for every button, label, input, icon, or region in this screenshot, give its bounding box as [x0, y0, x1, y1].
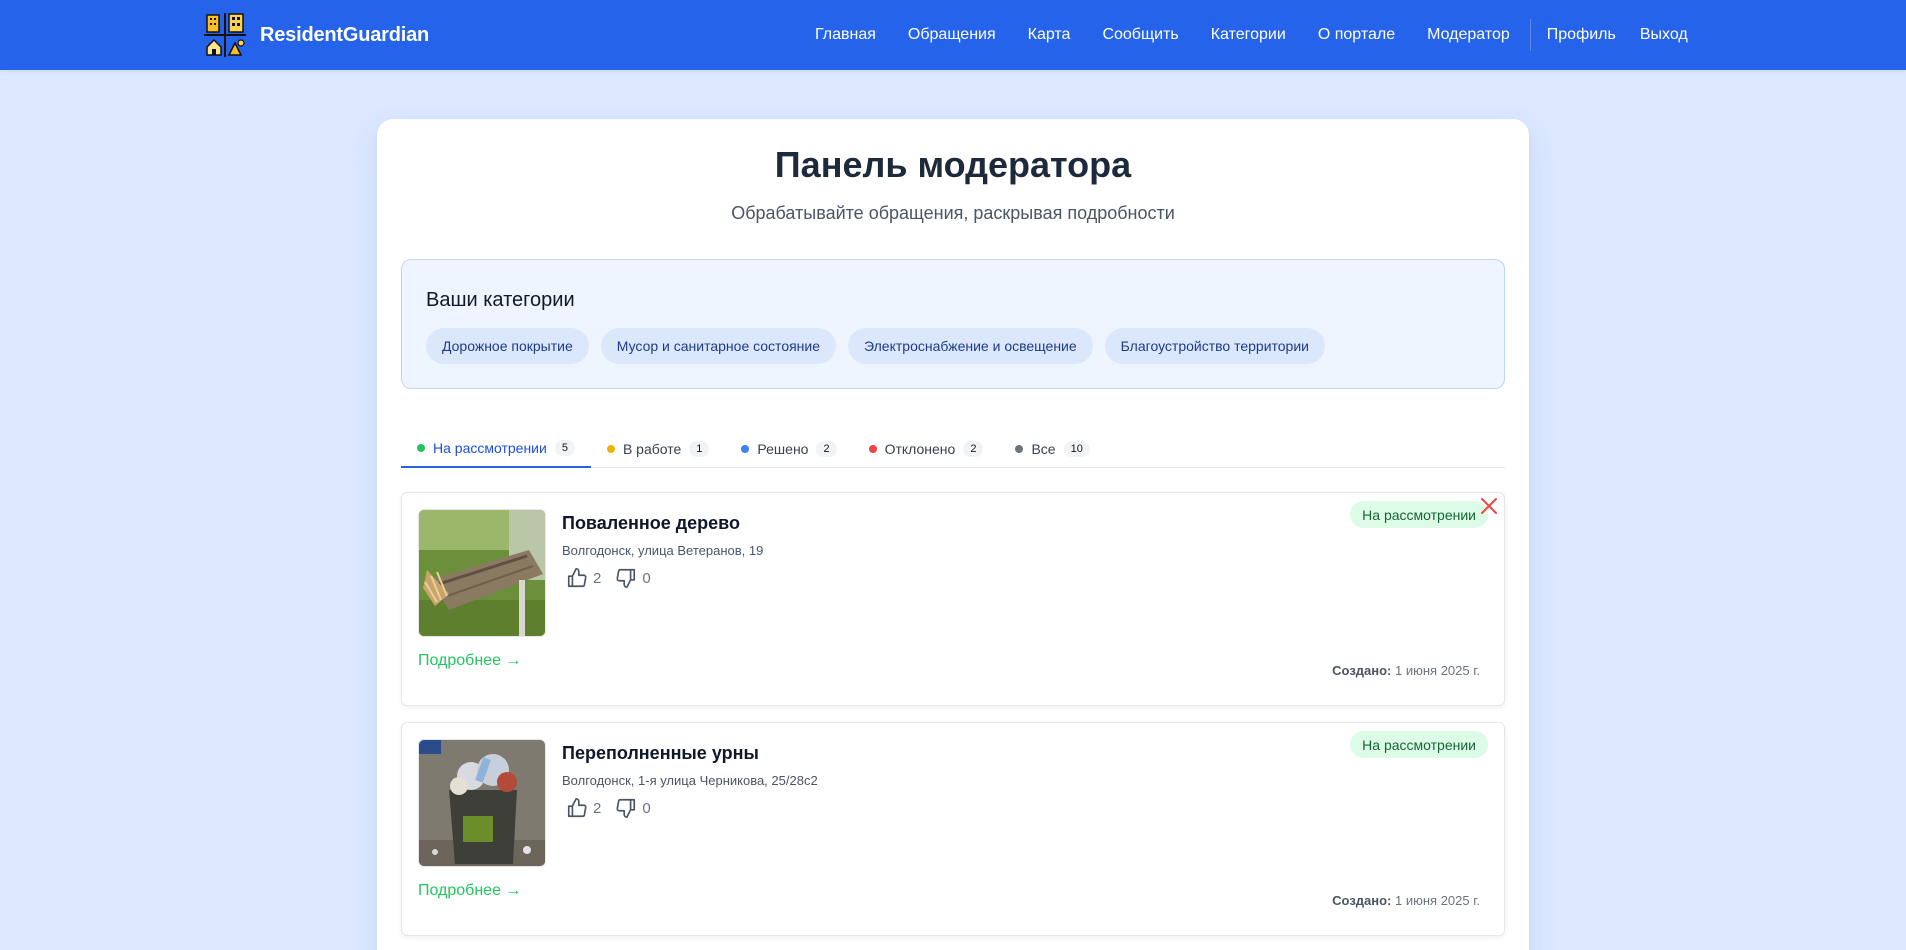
status-dot: [606, 445, 615, 453]
created-date: Создано: 1 июня 2025 г.: [1332, 663, 1480, 678]
like-button[interactable]: 2: [566, 567, 601, 589]
tab-label: Решено: [757, 441, 809, 457]
nav-profile[interactable]: Профиль: [1547, 26, 1616, 44]
tab-count: 1: [689, 441, 710, 457]
status-dot: [741, 445, 750, 453]
report-address: Волгодонск, 1-я улица Черникова, 25/28с2: [562, 773, 818, 788]
thumbs-up-icon: [567, 568, 587, 588]
created-value: 1 июня 2025 г.: [1395, 663, 1480, 678]
tab-in-progress[interactable]: В работе 1: [591, 430, 725, 468]
tab-count: 2: [816, 441, 837, 457]
category-chip[interactable]: Электроснабжение и освещение: [848, 328, 1093, 364]
categories-box: Ваши категории Дорожное покрытие Мусор и…: [401, 259, 1505, 389]
fallen-tree-image: [419, 510, 545, 636]
report-card: Переполненные урны Волгодонск, 1-я улица…: [401, 722, 1505, 936]
votes: 2 0: [566, 797, 665, 819]
dislike-button[interactable]: 0: [615, 797, 651, 819]
dislike-count: 0: [642, 569, 651, 587]
status-dot: [417, 444, 425, 452]
report-photo[interactable]: [418, 739, 546, 867]
status-dot: [868, 445, 877, 453]
created-value: 1 июня 2025 г.: [1395, 893, 1480, 908]
page-title: Панель модератора: [774, 144, 1132, 185]
report-card: Поваленное дерево Волгодонск, улица Вете…: [401, 492, 1505, 706]
category-chip[interactable]: Благоустройство территории: [1104, 328, 1325, 364]
thumbs-down-icon: [616, 568, 636, 588]
details-link[interactable]: Подробнее →: [418, 652, 521, 670]
status-badge: На рассмотрении: [1350, 731, 1488, 758]
tab-label: В работе: [622, 441, 682, 457]
categories-title: Ваши категории: [426, 289, 575, 311]
nav-divider: [1529, 19, 1531, 51]
thumbs-up-icon: [567, 798, 587, 818]
top-navbar: ResidentGuardian Главная Обращения Карта…: [0, 0, 1906, 70]
created-date: Создано: 1 июня 2025 г.: [1332, 893, 1480, 908]
report-title[interactable]: Переполненные урны: [562, 743, 759, 764]
category-chip[interactable]: Мусор и санитарное состояние: [600, 328, 837, 364]
like-count: 2: [593, 569, 602, 587]
status-badge: На рассмотрении: [1350, 501, 1488, 528]
tab-count: 10: [1063, 441, 1090, 457]
nav-logout[interactable]: Выход: [1640, 26, 1688, 44]
tab-pending[interactable]: На рассмотрении 5: [401, 430, 591, 468]
main-nav: Главная Обращения Карта Сообщить Категор…: [815, 0, 1688, 70]
details-link[interactable]: Подробнее →: [418, 882, 521, 900]
tab-rejected[interactable]: Отклонено 2: [853, 430, 1000, 468]
nav-home[interactable]: Главная: [815, 26, 876, 44]
nav-about[interactable]: О портале: [1318, 26, 1395, 44]
report-address: Волгодонск, улица Ветеранов, 19: [562, 543, 764, 558]
nav-categories[interactable]: Категории: [1211, 26, 1286, 44]
close-icon[interactable]: [1478, 495, 1500, 517]
tab-all[interactable]: Все 10: [999, 430, 1105, 468]
thumbs-down-icon: [616, 798, 636, 818]
created-label: Создано:: [1332, 663, 1392, 678]
tab-count: 2: [963, 441, 984, 457]
brand-link[interactable]: ResidentGuardian: [202, 11, 429, 59]
overflowing-bin-image: [419, 740, 545, 866]
tab-label: Отклонено: [884, 441, 956, 457]
like-count: 2: [593, 799, 602, 817]
nav-map[interactable]: Карта: [1028, 26, 1071, 44]
like-button[interactable]: 2: [566, 797, 601, 819]
tab-label: На рассмотрении: [433, 440, 547, 456]
status-dot: [1015, 445, 1024, 453]
tab-resolved[interactable]: Решено 2: [725, 430, 852, 468]
report-title[interactable]: Поваленное дерево: [562, 513, 740, 534]
created-label: Создано:: [1332, 893, 1392, 908]
dislike-count: 0: [642, 799, 651, 817]
votes: 2 0: [566, 567, 665, 589]
report-photo[interactable]: [418, 509, 546, 637]
tab-count: 5: [554, 440, 575, 456]
moderator-panel: Панель модератора Обрабатывайте обращени…: [377, 119, 1529, 950]
page-subtitle: Обрабатывайте обращения, раскрывая подро…: [731, 203, 1175, 223]
category-chip[interactable]: Дорожное покрытие: [426, 328, 589, 364]
nav-moderator[interactable]: Модератор: [1427, 26, 1510, 44]
nav-report-issue[interactable]: Сообщить: [1102, 26, 1178, 44]
nav-reports[interactable]: Обращения: [908, 26, 996, 44]
city-logo-icon: [204, 13, 246, 57]
brand-name: ResidentGuardian: [260, 23, 430, 46]
dislike-button[interactable]: 0: [615, 567, 651, 589]
status-tabs: На рассмотрении 5 В работе 1 Решено 2 От…: [401, 430, 1505, 468]
tab-label: Все: [1031, 441, 1056, 457]
category-chips: Дорожное покрытие Мусор и санитарное сос…: [426, 328, 1337, 364]
